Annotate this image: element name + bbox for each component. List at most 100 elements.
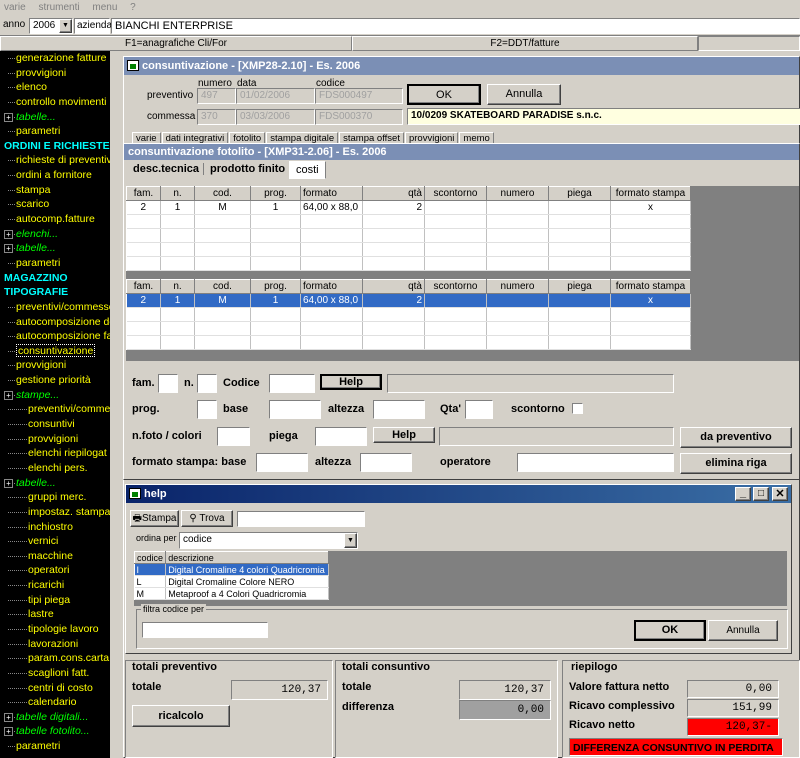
trova-input[interactable] <box>237 511 365 527</box>
sidebar-item[interactable]: + tabelle... <box>0 241 110 256</box>
table-cell[interactable] <box>126 335 161 350</box>
sidebar-item[interactable]: + elenchi... <box>0 227 110 242</box>
expand-icon[interactable]: + <box>4 478 13 488</box>
table-cell[interactable] <box>362 214 425 229</box>
table-cell[interactable] <box>486 200 549 215</box>
sidebar-item[interactable]: stampa <box>0 183 110 198</box>
sidebar-item[interactable]: elenchi pers. <box>0 461 110 476</box>
commessa-data[interactable]: 03/03/2006 <box>236 109 315 125</box>
sidebar-item[interactable]: centri di costo <box>0 681 110 696</box>
sidebar-item[interactable]: parametri <box>0 124 110 139</box>
base-input[interactable] <box>269 400 321 419</box>
table-cell[interactable] <box>250 228 301 243</box>
expand-icon[interactable]: + <box>4 390 13 400</box>
sidebar-item[interactable]: provvigioni <box>0 358 110 373</box>
sidebar-item[interactable]: ordini a fornitore <box>0 168 110 183</box>
table-cell[interactable] <box>548 293 611 308</box>
list-cell[interactable]: Digital Cromaline 4 colori Quadricromia <box>165 563 329 576</box>
table-cell[interactable] <box>300 228 363 243</box>
table-cell[interactable] <box>486 228 549 243</box>
table-cell[interactable] <box>548 228 611 243</box>
table-row[interactable]: 2 1 M 1 64,00 x 88,0 2 x <box>126 293 691 308</box>
table-cell[interactable] <box>486 321 549 336</box>
list-item[interactable]: M Metaproof a 4 Colori Quadricromia <box>134 587 329 600</box>
operatore-input[interactable] <box>517 453 674 472</box>
azienda-field[interactable]: BIANCHI ENTERPRISE <box>111 18 800 34</box>
stampa-button[interactable]: 🖶Stampa <box>130 510 179 527</box>
list-cell[interactable]: Metaproof a 4 Colori Quadricromia <box>165 587 329 600</box>
menu-varie[interactable]: varie <box>4 2 26 13</box>
table-cell[interactable] <box>486 307 549 322</box>
table-cell[interactable] <box>160 214 195 229</box>
sidebar-item[interactable]: + stampe... <box>0 388 110 403</box>
table-cell[interactable] <box>424 293 487 308</box>
cliente-field[interactable]: 10/0209 SKATEBOARD PARADISE s.n.c. <box>407 108 800 125</box>
tab-prodotto-finito[interactable]: prodotto finito <box>210 163 291 175</box>
column-header[interactable]: piega <box>548 279 611 294</box>
table-cell[interactable] <box>160 321 195 336</box>
altezza-input[interactable] <box>373 400 425 419</box>
sidebar-item[interactable]: autocomp.fatture <box>0 212 110 227</box>
table-cell[interactable] <box>486 256 549 271</box>
table-cell[interactable] <box>194 307 251 322</box>
table-cell[interactable] <box>424 256 487 271</box>
table-row[interactable] <box>126 214 691 229</box>
table-cell[interactable] <box>194 214 251 229</box>
sidebar-item[interactable]: scarico <box>0 197 110 212</box>
table-cell[interactable]: 1 <box>250 200 301 215</box>
sidebar-item[interactable]: lavorazioni <box>0 637 110 652</box>
elimina-riga-button[interactable]: elimina riga <box>680 453 792 474</box>
column-header[interactable]: formato <box>300 279 363 294</box>
sidebar-item[interactable]: provvigioni <box>0 66 110 81</box>
commessa-numero[interactable]: 370 <box>197 109 236 125</box>
table-cell[interactable] <box>300 214 363 229</box>
close-icon[interactable]: ✕ <box>772 487 788 501</box>
table-row[interactable] <box>126 335 691 350</box>
tab-costi[interactable]: costi <box>289 161 326 179</box>
scontorno-checkbox[interactable] <box>572 403 583 414</box>
ricalcolo-button[interactable]: ricalcolo <box>132 705 230 727</box>
table-cell[interactable] <box>362 256 425 271</box>
table-cell[interactable] <box>424 321 487 336</box>
table-cell[interactable] <box>424 214 487 229</box>
expand-icon[interactable]: + <box>4 229 13 239</box>
sidebar-item[interactable]: ORDINI E RICHIESTE <box>0 139 110 154</box>
table-cell[interactable] <box>160 307 195 322</box>
table-cell[interactable] <box>300 256 363 271</box>
sidebar-item[interactable]: param.cons.carta <box>0 651 110 666</box>
codice-input[interactable] <box>269 374 315 393</box>
table-cell[interactable] <box>300 242 363 257</box>
table-cell[interactable] <box>362 321 425 336</box>
piega-input[interactable] <box>315 427 367 446</box>
trova-button[interactable]: ⚲ Trova <box>181 510 233 527</box>
sidebar-item[interactable]: consuntivi <box>0 417 110 432</box>
column-header[interactable]: fam. <box>126 279 161 294</box>
filtra-input[interactable] <box>142 622 268 638</box>
table-cell[interactable]: x <box>610 293 691 308</box>
list-cell[interactable]: Digital Cromaline Colore NERO <box>165 575 329 588</box>
sidebar-item[interactable]: provvigioni <box>0 432 110 447</box>
table-cell[interactable] <box>548 307 611 322</box>
fam-input[interactable] <box>158 374 178 393</box>
table-cell[interactable] <box>362 335 425 350</box>
table-cell[interactable]: 1 <box>250 293 301 308</box>
sidebar-item[interactable]: operatori <box>0 563 110 578</box>
sidebar-item[interactable]: tipologie lavoro <box>0 622 110 637</box>
table-cell[interactable] <box>126 307 161 322</box>
sidebar-item[interactable]: parametri <box>0 256 110 271</box>
table-cell[interactable] <box>424 228 487 243</box>
table-cell[interactable] <box>194 228 251 243</box>
table-cell[interactable] <box>194 335 251 350</box>
sidebar-item[interactable]: + tabelle digitali... <box>0 710 110 725</box>
table-cell[interactable] <box>610 214 691 229</box>
formato-altezza-input[interactable] <box>360 453 412 472</box>
qta-input[interactable] <box>465 400 493 419</box>
table-cell[interactable] <box>126 256 161 271</box>
table-cell[interactable] <box>424 307 487 322</box>
table-cell[interactable] <box>250 307 301 322</box>
maximize-icon[interactable]: □ <box>753 487 769 501</box>
sidebar-item[interactable]: MAGAZZINO <box>0 271 110 286</box>
ok-button[interactable]: OK <box>407 84 481 105</box>
sidebar-item[interactable]: elenchi riepilogat <box>0 446 110 461</box>
sidebar-item[interactable]: impostaz. stampa <box>0 505 110 520</box>
